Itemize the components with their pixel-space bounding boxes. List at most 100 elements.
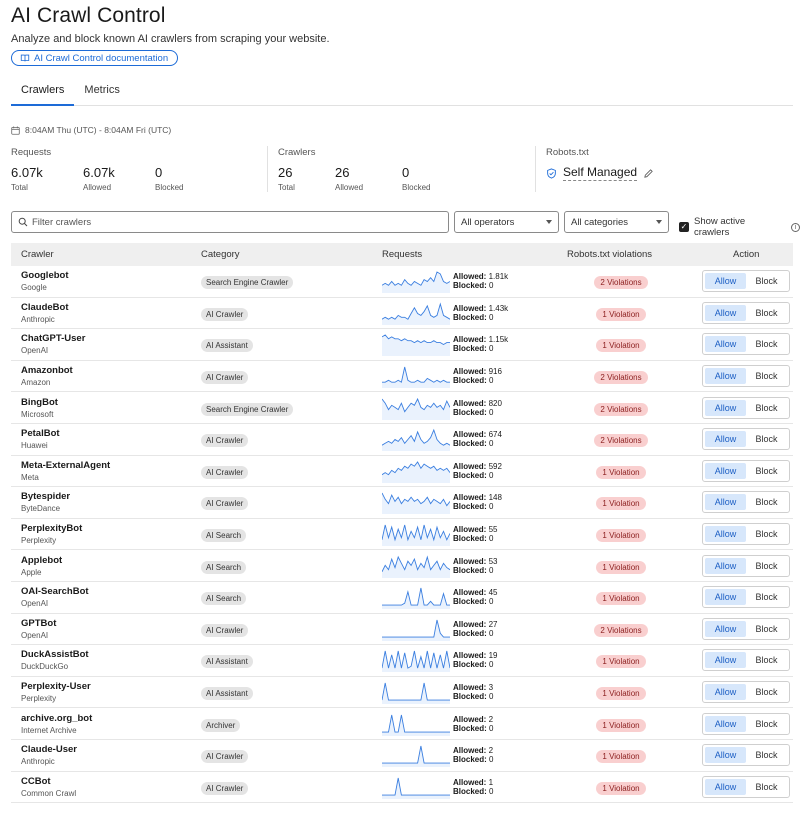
allow-button[interactable]: Allow bbox=[705, 589, 746, 606]
block-button[interactable]: Block bbox=[746, 336, 787, 352]
block-button[interactable]: Block bbox=[746, 463, 787, 479]
violations-badge[interactable]: 1 Violation bbox=[596, 592, 646, 606]
block-button[interactable]: Block bbox=[746, 589, 787, 605]
violations-badge[interactable]: 1 Violation bbox=[596, 718, 646, 732]
allow-button[interactable]: Allow bbox=[705, 557, 746, 574]
allow-button[interactable]: Allow bbox=[705, 778, 746, 795]
table-row: Applebot Apple AI Search Allowed: 53 Blo… bbox=[11, 550, 793, 582]
filter-crawlers-input[interactable]: Filter crawlers bbox=[11, 211, 449, 233]
violations-badge[interactable]: 1 Violation bbox=[596, 560, 646, 574]
block-button[interactable]: Block bbox=[746, 558, 787, 574]
info-icon[interactable]: i bbox=[791, 222, 800, 232]
pencil-icon[interactable] bbox=[643, 168, 654, 179]
block-button[interactable]: Block bbox=[746, 716, 787, 732]
column-header-category[interactable]: Category bbox=[201, 249, 240, 260]
blocked-count: 0 bbox=[489, 312, 494, 322]
block-button[interactable]: Block bbox=[746, 747, 787, 763]
documentation-link[interactable]: AI Crawl Control documentation bbox=[11, 50, 179, 66]
allow-button[interactable]: Allow bbox=[705, 715, 746, 732]
requests-sparkline bbox=[382, 397, 450, 420]
block-button[interactable]: Block bbox=[746, 684, 787, 700]
crawlers-allowed-label: Allowed bbox=[335, 183, 364, 192]
date-range[interactable]: 8:04AM Thu (UTC) - 8:04AM Fri (UTC) bbox=[11, 125, 171, 135]
crawler-name: OAI-SearchBot bbox=[21, 586, 89, 598]
checkbox-checked-icon[interactable]: ✓ bbox=[679, 222, 689, 232]
violations-badge[interactable]: 1 Violation bbox=[596, 465, 646, 479]
blocked-prefix: Blocked: bbox=[453, 439, 487, 449]
column-header-requests[interactable]: Requests bbox=[382, 249, 422, 260]
violations-badge[interactable]: 1 Violation bbox=[596, 687, 646, 701]
allowed-count: 2 bbox=[488, 746, 494, 756]
violations-badge[interactable]: 1 Violation bbox=[596, 497, 646, 511]
blocked-prefix: Blocked: bbox=[453, 597, 487, 607]
categories-select[interactable]: All categories bbox=[564, 211, 669, 233]
allowed-count: 1.81k bbox=[488, 272, 509, 282]
blocked-count: 0 bbox=[489, 534, 494, 544]
violations-badge[interactable]: 2 Violations bbox=[594, 623, 648, 637]
category-badge: AI Crawler bbox=[201, 465, 249, 479]
allow-button[interactable]: Allow bbox=[705, 431, 746, 448]
allow-button[interactable]: Allow bbox=[705, 684, 746, 701]
block-button[interactable]: Block bbox=[746, 526, 787, 542]
block-button[interactable]: Block bbox=[746, 621, 787, 637]
requests-sparkline bbox=[382, 619, 450, 641]
tab-crawlers[interactable]: Crawlers bbox=[11, 78, 75, 106]
allow-button[interactable]: Allow bbox=[705, 620, 746, 637]
violations-badge[interactable]: 1 Violation bbox=[596, 781, 646, 795]
allow-button[interactable]: Allow bbox=[705, 652, 746, 669]
robots-value[interactable]: Self Managed bbox=[563, 165, 638, 181]
allow-button[interactable]: Allow bbox=[705, 336, 746, 353]
table-row: PetalBot Huawei AI Crawler Allowed: 674 … bbox=[11, 424, 793, 456]
allow-button[interactable]: Allow bbox=[705, 526, 746, 543]
allowed-prefix: Allowed: bbox=[453, 556, 487, 566]
tab-metrics[interactable]: Metrics bbox=[74, 78, 129, 106]
sparkline-line bbox=[382, 777, 450, 796]
allow-button[interactable]: Allow bbox=[705, 399, 746, 416]
block-button[interactable]: Block bbox=[746, 494, 787, 510]
violations-badge[interactable]: 1 Violation bbox=[596, 339, 646, 353]
violations-badge[interactable]: 2 Violations bbox=[594, 402, 648, 416]
violations-badge[interactable]: 2 Violations bbox=[594, 434, 648, 448]
block-button[interactable]: Block bbox=[746, 779, 787, 795]
allow-button[interactable]: Allow bbox=[705, 304, 746, 321]
allowed-prefix: Allowed: bbox=[453, 335, 487, 345]
violations-badge[interactable]: 1 Violation bbox=[596, 529, 646, 543]
block-button[interactable]: Block bbox=[746, 368, 787, 384]
allow-button[interactable]: Allow bbox=[705, 368, 746, 385]
column-header-crawler[interactable]: Crawler bbox=[21, 249, 54, 260]
violations-badge[interactable]: 1 Violation bbox=[596, 307, 646, 321]
blocked-prefix: Blocked: bbox=[453, 786, 487, 796]
sparkline-area bbox=[382, 430, 450, 452]
blocked-prefix: Blocked: bbox=[453, 344, 487, 354]
crawlers-stats: Crawlers 26 Total 26 Allowed 0 Blocked bbox=[278, 147, 474, 192]
block-button[interactable]: Block bbox=[746, 305, 787, 321]
category-badge: AI Crawler bbox=[201, 307, 249, 321]
operators-select[interactable]: All operators bbox=[454, 211, 559, 233]
allow-button[interactable]: Allow bbox=[705, 273, 746, 290]
blocked-prefix: Blocked: bbox=[453, 407, 487, 417]
allow-button[interactable]: Allow bbox=[705, 747, 746, 764]
action-toggle: Allow Block bbox=[702, 491, 790, 514]
violations-badge[interactable]: 2 Violations bbox=[594, 371, 648, 385]
crawlers-total-value: 26 bbox=[278, 165, 293, 180]
block-button[interactable]: Block bbox=[746, 400, 787, 416]
table-row: Googlebot Google Search Engine Crawler A… bbox=[11, 266, 793, 298]
violations-badge[interactable]: 1 Violation bbox=[596, 655, 646, 669]
allow-button[interactable]: Allow bbox=[705, 494, 746, 511]
action-toggle: Allow Block bbox=[702, 523, 790, 546]
allowed-prefix: Allowed: bbox=[453, 525, 487, 535]
block-button[interactable]: Block bbox=[746, 431, 787, 447]
block-button[interactable]: Block bbox=[746, 652, 787, 668]
crawler-operator: Amazon bbox=[21, 378, 51, 388]
block-button[interactable]: Block bbox=[746, 273, 787, 289]
violations-badge[interactable]: 2 Violations bbox=[594, 276, 648, 290]
crawlers-table: Crawler Category Requests Robots.txt vio… bbox=[11, 243, 793, 804]
allowed-count: 1 bbox=[488, 777, 494, 787]
operators-select-value: All operators bbox=[461, 216, 515, 228]
column-header-violations[interactable]: Robots.txt violations bbox=[567, 249, 652, 260]
allow-button[interactable]: Allow bbox=[705, 462, 746, 479]
show-active-crawlers-toggle[interactable]: ✓ Show active crawlers i bbox=[679, 216, 800, 238]
category-badge: Search Engine Crawler bbox=[201, 402, 294, 416]
violations-badge[interactable]: 1 Violation bbox=[596, 750, 646, 764]
robots-stats: Robots.txt Self Managed bbox=[546, 147, 654, 181]
